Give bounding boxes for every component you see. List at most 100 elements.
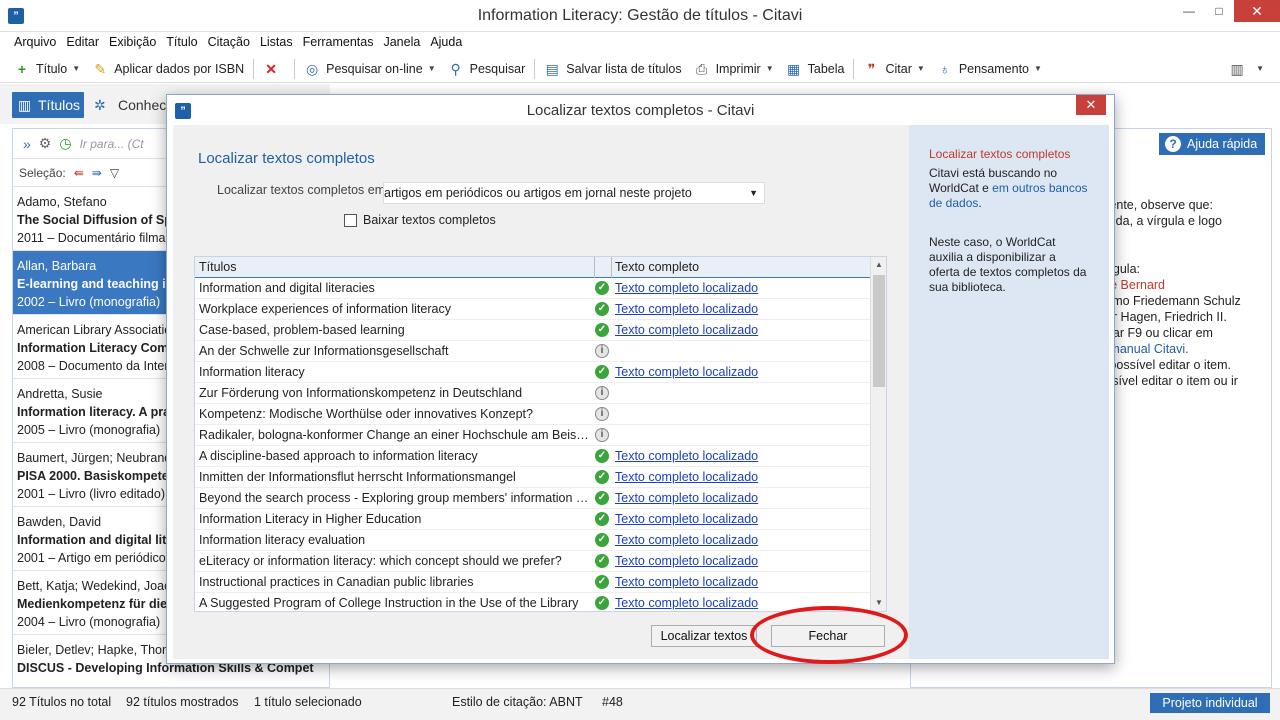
- fulltext-found-link[interactable]: Texto completo localizado: [615, 281, 758, 295]
- close-button[interactable]: ✕: [1234, 0, 1280, 22]
- table-row[interactable]: Information and digital literacies ✓ Texto…: [195, 278, 886, 299]
- table-row[interactable]: Inmitten der Informationsflut herrscht I…: [195, 467, 886, 488]
- add-title-button[interactable]: + Título ▼: [8, 57, 86, 81]
- scroll-down-icon[interactable]: ▼: [871, 595, 886, 611]
- cite-button[interactable]: ❞ Citar ▼: [857, 57, 930, 81]
- tab-conhecimento[interactable]: ✲ Conhec: [94, 92, 166, 118]
- menu-citacao[interactable]: Citação: [203, 32, 255, 54]
- selection-label: Seleção:: [19, 165, 66, 180]
- find-in-select[interactable]: artigos em periódicos ou artigos em jorn…: [383, 182, 765, 204]
- status-citation-style[interactable]: Estilo de citação: ABNT: [452, 695, 583, 709]
- table-row[interactable]: Information Literacy in Higher Education…: [195, 509, 886, 530]
- selection-forward-icon[interactable]: ⇛: [92, 166, 102, 180]
- chevron-down-icon: ▼: [749, 188, 758, 198]
- vertical-scrollbar[interactable]: ▲ ▼: [870, 257, 886, 611]
- selection-back-icon[interactable]: ⇚: [74, 166, 84, 180]
- table-row[interactable]: Radikaler, bologna-konformer Change an e…: [195, 425, 886, 446]
- table-row[interactable]: Workplace experiences of information lit…: [195, 299, 886, 320]
- chevron-down-icon: ▼: [427, 64, 436, 73]
- isbn-button[interactable]: ✎ Aplicar dados por ISBN: [86, 57, 250, 81]
- history-icon[interactable]: ◷: [59, 135, 71, 152]
- tab-conhecimento-label: Conhec: [118, 97, 167, 113]
- table-row[interactable]: Information literacy evaluation ✓ Texto co…: [195, 530, 886, 551]
- row-title: Kompetenz: Modische Worthülse oder innov…: [199, 407, 533, 421]
- menu-ajuda[interactable]: Ajuda: [425, 32, 467, 54]
- dialog-close-button[interactable]: ✕: [1076, 95, 1106, 115]
- table-button[interactable]: ▦ Tabela: [780, 57, 851, 81]
- minimize-button[interactable]: —: [1174, 0, 1204, 22]
- project-type-button[interactable]: Projeto individual: [1150, 693, 1270, 713]
- chevron-down-icon: ▼: [72, 64, 81, 73]
- table-row[interactable]: Kompetenz: Modische Worthülse oder innov…: [195, 404, 886, 425]
- thought-button[interactable]: ♁ Pensamento ▼: [931, 57, 1048, 81]
- row-title: Workplace experiences of information lit…: [199, 302, 451, 316]
- menu-listas[interactable]: Listas: [255, 32, 298, 54]
- side-heading: Localizar textos completos: [929, 147, 1071, 161]
- save-list-button[interactable]: ▤ Salvar lista de títulos: [538, 57, 687, 81]
- row-title: Information and digital literacies: [199, 281, 375, 295]
- fulltext-found-link[interactable]: Texto completo localizado: [615, 449, 758, 463]
- table-row[interactable]: eLiteracy or information literacy: which…: [195, 551, 886, 572]
- find-texts-button[interactable]: Localizar textos: [651, 625, 757, 647]
- table-icon: ▦: [787, 60, 801, 77]
- side-line: oferta de textos completos da: [929, 265, 1087, 279]
- quick-help-button[interactable]: ? Ajuda rápida: [1159, 133, 1265, 155]
- side-line: auxilia a disponibilizar a: [929, 250, 1056, 264]
- online-search-button[interactable]: ◎ Pesquisar on-line ▼: [298, 57, 442, 81]
- filter-icon[interactable]: ▽: [110, 166, 119, 180]
- scroll-up-icon[interactable]: ▲: [871, 257, 886, 273]
- databases-link[interactable]: de dados: [929, 196, 978, 210]
- status-total: 92 Títulos no total: [12, 695, 112, 709]
- download-fulltext-option[interactable]: Baixar textos completos: [344, 213, 496, 227]
- help-manual-link[interactable]: o manual Citavi.: [1099, 341, 1269, 357]
- table-row[interactable]: Beyond the search process - Exploring gr…: [195, 488, 886, 509]
- other-databases-link[interactable]: em outros bancos: [992, 181, 1087, 195]
- table-row[interactable]: Instructional practices in Canadian publ…: [195, 572, 886, 593]
- search-button[interactable]: ⚲ Pesquisar: [442, 57, 532, 81]
- dialog-heading: Localizar textos completos: [198, 150, 375, 167]
- table-row[interactable]: Zur Förderung von Informationskompetenz …: [195, 383, 886, 404]
- menu-arquivo[interactable]: Arquivo: [9, 32, 61, 54]
- table-row[interactable]: Information literacy ✓ Texto completo loca…: [195, 362, 886, 383]
- menu-titulo[interactable]: Título: [161, 32, 202, 54]
- maximize-button[interactable]: □: [1204, 0, 1234, 22]
- fulltext-found-link[interactable]: Texto completo localizado: [615, 533, 758, 547]
- menu-ferramentas[interactable]: Ferramentas: [298, 32, 379, 54]
- fulltext-found-link[interactable]: Texto completo localizado: [615, 512, 758, 526]
- table-row[interactable]: A discipline-based approach to informati…: [195, 446, 886, 467]
- fulltext-found-link[interactable]: Texto completo localizado: [615, 365, 758, 379]
- fulltext-found-link[interactable]: Texto completo localizado: [615, 470, 758, 484]
- expand-icon[interactable]: »: [23, 136, 31, 152]
- fulltext-found-link[interactable]: Texto completo localizado: [615, 323, 758, 337]
- search-label: Pesquisar: [469, 61, 526, 76]
- download-fulltext-checkbox[interactable]: [344, 213, 357, 227]
- column-divider: [594, 257, 595, 278]
- tab-titulos[interactable]: ▥ Títulos: [12, 92, 84, 118]
- fulltext-found-link[interactable]: Texto completo localizado: [615, 554, 758, 568]
- table-row[interactable]: Case-based, problem-based learning ✓ Texto…: [195, 320, 886, 341]
- column-header-titles[interactable]: Títulos: [199, 260, 237, 274]
- column-header-fulltext[interactable]: Texto completo: [615, 260, 699, 274]
- table-row[interactable]: An der Schwelle zur Informationsgesellsc…: [195, 341, 886, 362]
- fulltext-found-link[interactable]: Texto completo localizado: [615, 302, 758, 316]
- fulltext-found-link[interactable]: Texto completo localizado: [615, 491, 758, 505]
- print-button[interactable]: ⎙ Imprimir ▼: [688, 57, 780, 81]
- fulltext-found-link[interactable]: Texto completo localizado: [615, 575, 758, 589]
- menu-editar[interactable]: Editar: [61, 32, 104, 54]
- window-title: Information Literacy: Gestão de títulos …: [477, 7, 803, 24]
- status-selected: 1 título selecionado: [254, 695, 362, 709]
- delete-button[interactable]: ✕: [257, 57, 291, 81]
- window-controls: — □ ✕: [1174, 0, 1280, 24]
- table-row[interactable]: A Suggested Program of College Instructi…: [195, 593, 886, 611]
- check-circle-icon: ✓: [595, 575, 609, 589]
- layout-button[interactable]: ▥ ▼: [1223, 57, 1270, 81]
- menu-exibicao[interactable]: Exibição: [104, 32, 161, 54]
- row-title: Information Literacy in Higher Education: [199, 512, 422, 526]
- fulltext-found-link[interactable]: Texto completo localizado: [615, 596, 758, 610]
- menu-janela[interactable]: Janela: [378, 32, 425, 54]
- save-list-label: Salvar lista de títulos: [566, 61, 682, 76]
- gear-icon[interactable]: ⚙: [39, 135, 52, 152]
- scrollbar-thumb[interactable]: [873, 275, 885, 387]
- goto-input[interactable]: Ir para... (Ct: [80, 137, 144, 151]
